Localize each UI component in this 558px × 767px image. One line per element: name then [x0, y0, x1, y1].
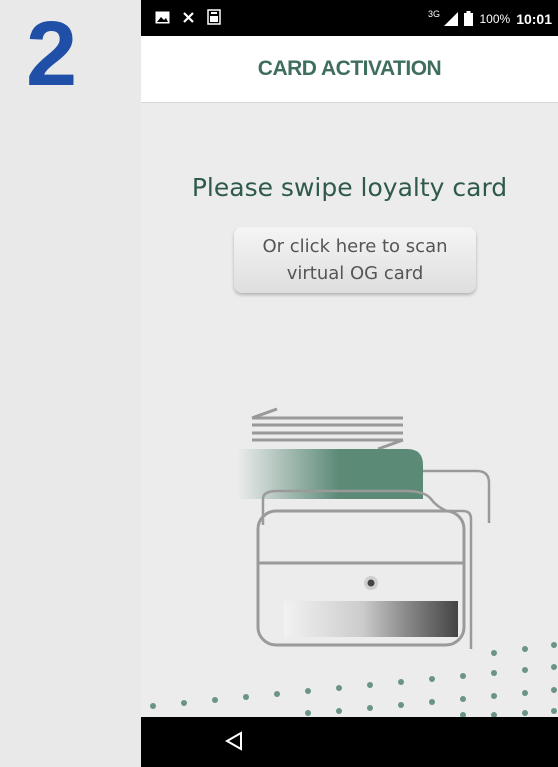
battery-percent: 100%: [479, 11, 511, 26]
status-left-icons: [155, 9, 221, 25]
navigation-bar: [141, 717, 558, 767]
dot-pattern-decoration: [150, 642, 557, 717]
page-title: CARD ACTIVATION: [257, 57, 442, 80]
swipe-instruction: Please swipe loyalty card: [191, 173, 508, 202]
clock: 10:01: [516, 10, 552, 27]
battery-icon: [464, 11, 474, 27]
app-header: CARD ACTIVATION: [141, 36, 558, 103]
signal-icon: 3G: [428, 9, 459, 28]
signal-label: 3G: [428, 9, 441, 19]
image-icon: [155, 11, 170, 23]
card-swipe-illustration: [237, 407, 491, 649]
mute-icon: [183, 11, 194, 23]
status-right: 3G 100% 10:01: [428, 9, 552, 28]
scan-virtual-card-button[interactable]: Or click here to scan virtual OG card: [234, 227, 476, 293]
step-number: 2: [26, 3, 78, 105]
card-activation-content: Please swipe loyalty card Or click here …: [141, 103, 558, 717]
swipe-arrows-icon: [251, 407, 404, 451]
phone-screen: 3G 100% 10:01 CARD ACTIVATION Please swi…: [141, 0, 558, 767]
status-bar: 3G 100% 10:01: [141, 0, 558, 36]
scan-button-line1: Or click here to scan: [262, 236, 448, 257]
scan-button-line2: virtual OG card: [286, 263, 424, 284]
sim-icon: [207, 9, 221, 25]
back-icon[interactable]: [225, 731, 243, 751]
